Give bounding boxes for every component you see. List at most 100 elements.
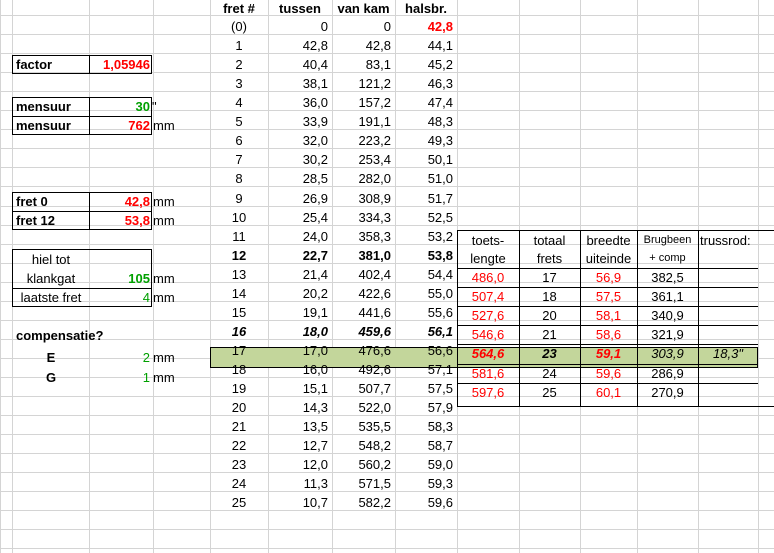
fret-table-cell: 334,3 [358,210,391,225]
side-table-cell [698,325,758,344]
fret-table-cell: 55,6 [427,305,453,320]
fret-table-cell: 54,4 [427,267,453,282]
fret-table-cell: 4 [235,95,243,110]
fret-table-cell: 191,1 [358,114,391,129]
fret-table-cell: 560,2 [358,457,391,472]
side-table-cell: 286,9 [651,366,684,381]
hiel-label-line2: klankgat [26,271,76,286]
fret-table-cell: 358,3 [358,229,391,244]
side-table-cell [698,383,758,402]
fret-table-cell: 459,6 [358,324,391,339]
fret-table-cell: 44,1 [427,38,453,53]
fret-table-cell: 0 [383,19,391,34]
G-value[interactable]: 1 [90,368,152,387]
fret-table-cell: 16,0 [302,362,328,377]
side-table-cell: 17 [542,270,557,285]
side-table-cell: 25 [542,385,557,400]
fret-table-cell: 7 [235,152,243,167]
fret-table-cell: 83,1 [365,57,391,72]
fret-table-cell: 42,8 [365,38,391,53]
fret-table-cell: 16 [231,324,247,339]
brugbeen-header-line1: Brugbeen [643,234,692,246]
fret-table-cell: 47,4 [427,95,453,110]
fret-table-cell: 422,6 [358,286,391,301]
side-table-cell [698,287,758,306]
mensuur-inch-label: mensuur [16,99,71,114]
fret-table-cell: 253,4 [358,152,391,167]
fret-table-cell: 51,7 [427,191,453,206]
fret-table-cell: 582,2 [358,495,391,510]
side-table-cell: 59,6 [595,366,622,381]
side-table-cell: 340,9 [651,308,684,323]
fret-number-header: fret # [223,1,255,16]
side-table-cell [698,306,758,325]
fret-table-cell: 56,1 [427,324,453,339]
fret-table-cell: 11,3 [303,476,328,491]
E-label: E [46,350,56,365]
fret-table-cell: 10,7 [302,495,328,510]
fret-table-cell: 13 [231,267,247,282]
side-table-cell: 60,1 [595,385,622,400]
side-table-cell: 486,0 [471,270,505,285]
fret-table-cell: 25,4 [302,210,328,225]
fret-table-cell: 28,5 [302,171,328,186]
G-label: G [45,370,57,385]
fret-table-cell: 12 [231,248,247,263]
fret-table-cell: 51,0 [427,171,453,186]
totaal-frets-header-line1: totaal [533,233,566,248]
fret-table-cell: 57,9 [427,400,453,415]
fret-table-cell: 548,2 [358,438,391,453]
fret-table-cell: 22,7 [302,248,328,263]
fret-table-cell: 38,1 [302,76,328,91]
fret-table-cell: 6 [235,133,243,148]
fret-table-cell: 40,4 [302,57,328,72]
hiel-value[interactable]: 105 [90,269,152,288]
fret-table-cell: 42,8 [302,38,328,53]
fret-table-cell: 522,0 [358,400,391,415]
fret0-value[interactable]: 42,8 [90,192,152,211]
toets-lengte-header-line2: lengte [470,251,506,266]
laatste-fret-value[interactable]: 4 [90,288,152,307]
side-table-cell: 58,1 [595,308,622,323]
fret-table-cell: 381,0 [358,248,391,263]
fret-table-cell: 59,6 [427,495,453,510]
G-unit: mm [153,370,175,385]
fret-table-cell: 308,9 [358,191,391,206]
side-table-cell: 581,6 [471,366,505,381]
fret-table-cell: 58,7 [427,438,453,453]
fret12-value[interactable]: 53,8 [90,211,152,230]
fret-table-cell: 52,5 [427,210,453,225]
fret-table-cell: 507,7 [358,381,391,396]
fret-table-cell: 48,3 [427,114,453,129]
fret-table-cell: 402,4 [358,267,391,282]
fret-table-cell: 49,3 [427,133,453,148]
mensuur-mm-label: mensuur [16,118,71,133]
fret-table-cell: 1 [235,38,243,53]
side-table-cell: 527,6 [471,308,505,323]
compensatie-label: compensatie? [16,328,104,343]
fret-table-cell: 25 [231,495,247,510]
totaal-frets-header-line2: frets [536,251,563,266]
fret12-label: fret 12 [16,213,56,228]
E-unit: mm [153,350,175,365]
fret-table-cell: 2 [235,57,243,72]
fret-table-cell: 11 [232,229,246,244]
breedte-uiteinde-header-line1: breedte [586,233,631,248]
fret-table-cell: (0) [231,19,247,34]
fret-table-cell: 18,0 [302,324,328,339]
fret-table-cell: 30,2 [302,152,328,167]
toets-lengte-header-line1: toets- [471,233,505,248]
mensuur-inch-unit: " [152,99,157,114]
fret-table-cell: 24,0 [302,229,328,244]
fret-table-cell: 492,6 [358,362,391,377]
fret-table-cell: 55,0 [427,286,453,301]
fret0-unit: mm [153,194,175,209]
mensuur-mm-value[interactable]: 762 [90,116,152,135]
fret-table-cell: 12,0 [302,457,328,472]
fret-table-cell: 56,6 [427,343,453,358]
factor-value[interactable]: 1,05946 [90,55,152,74]
fret-table-cell: 21 [231,419,247,434]
breedte-uiteinde-header-line2: uiteinde [585,251,632,266]
E-value[interactable]: 2 [90,348,152,367]
mensuur-inch-value[interactable]: 30 [90,97,152,116]
